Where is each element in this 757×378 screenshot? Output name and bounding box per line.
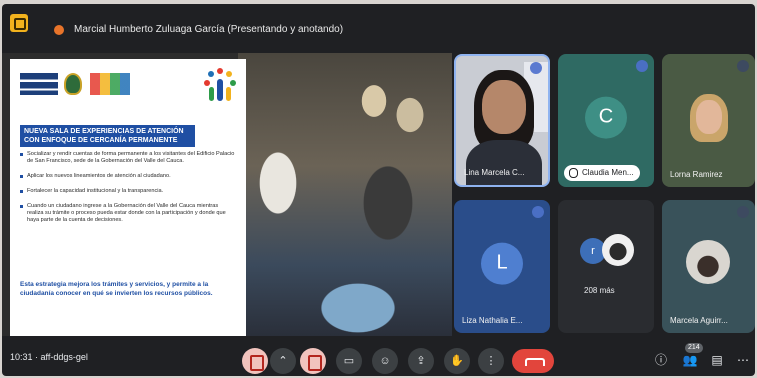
meet-window: Marcial Humberto Zuluaga García (Present… [2,4,755,376]
participant-tile[interactable]: Lina Marcela C... [454,54,550,187]
mic-muted-icon [532,206,544,218]
emoji-icon: ☺ [379,355,391,367]
meet-app-icon [10,14,28,32]
participant-tile[interactable]: Lorna Ramirez [662,54,755,187]
raise-hand-button[interactable]: ✋ [444,348,470,374]
participant-count-badge: 214 [685,343,703,353]
presenter-label: Marcial Humberto Zuluaga García (Present… [74,24,344,35]
slide-heading: NUEVA SALA DE EXPERIENCIAS DE ATENCIÓN C… [20,125,195,147]
avatar [602,234,634,266]
chat-icon[interactable]: ▤ [708,351,726,369]
brand-logo [90,73,130,95]
people-icon[interactable]: 👥 [681,351,699,369]
more-participants-tile[interactable]: r 208 más [558,200,654,333]
slide-bullet: Fortalecer la capacidad institucional y … [20,188,236,195]
more-participants-count: 208 más [584,286,615,295]
mic-icon [569,168,578,178]
bottom-bar: 10:31 · aff-ddgs-gel ⌃ ▭ ☺ ⇪ ✋ ⋮ ⓘ 👥 214… [2,340,755,376]
presentation-slide: NUEVA SALA DE EXPERIENCIAS DE ATENCIÓN C… [10,59,246,336]
captions-icon: ▭ [343,355,355,367]
mic-muted-icon [737,60,749,72]
avatar: L [481,242,523,285]
ctrl-more-arrow[interactable]: ⌃ [270,348,296,374]
slide-bullet: Socializar y rendir cuentas de forma per… [20,151,236,165]
presenter-avatar [54,25,64,35]
slide-bullet: Aplicar los nuevos lineamientos de atenc… [20,173,236,180]
mic-muted-icon [636,60,648,72]
slide-bullet: Cuando un ciudadano ingrese a la Goberna… [20,203,236,224]
top-bar: Marcial Humberto Zuluaga García (Present… [2,4,755,44]
captions-button[interactable]: ▭ [336,348,362,374]
hand-icon: ✋ [450,355,464,367]
camera-off-button[interactable] [300,348,326,374]
dots-emblem-icon [204,68,236,101]
participant-name: Liza Nathalia E... [462,316,523,325]
participant-face [482,80,526,134]
slide-footer: Esta estrategia mejora los trámites y se… [20,281,213,297]
participant-tile[interactable]: C Claudia Men... [558,54,654,187]
shared-screen: NUEVA SALA DE EXPERIENCIAS DE ATENCIÓN C… [2,53,452,336]
mic-muted-icon [737,206,749,218]
leave-call-button[interactable] [512,349,554,373]
participant-name-chip: Claudia Men... [564,165,640,181]
participant-name: Lina Marcela C... [464,168,525,177]
gobernacion-logo [20,73,58,95]
present-icon: ⇪ [416,355,426,367]
participant-face [696,100,722,134]
shared-photo [238,53,452,336]
participant-name: Marcela Aguirr... [670,316,728,325]
info-icon[interactable]: ⓘ [652,351,670,369]
meeting-time-code: 10:31 · aff-ddgs-gel [10,352,88,362]
more-options-button[interactable]: ⋮ [478,348,504,374]
more-vert-icon: ⋮ [485,355,497,367]
participant-tile[interactable]: L Liza Nathalia E... [454,200,550,333]
activities-icon[interactable]: ⋯ [734,351,752,369]
slide-logos [20,69,140,97]
avatar [686,240,730,284]
participant-name: Lorna Ramirez [670,170,723,179]
present-button[interactable]: ⇪ [408,348,434,374]
emoji-button[interactable]: ☺ [372,348,398,374]
speaking-indicator-icon [530,62,542,74]
chevron-up-icon: ⌃ [278,355,288,367]
participant-name: Claudia Men... [582,168,634,177]
shield-emblem-icon [64,73,82,95]
slide-bullet-list: Socializar y rendir cuentas de forma per… [20,151,236,232]
participant-body [466,140,542,185]
avatar: C [585,96,627,139]
mic-off-button[interactable] [242,348,268,374]
participant-tile[interactable]: Marcela Aguirr... [662,200,755,333]
